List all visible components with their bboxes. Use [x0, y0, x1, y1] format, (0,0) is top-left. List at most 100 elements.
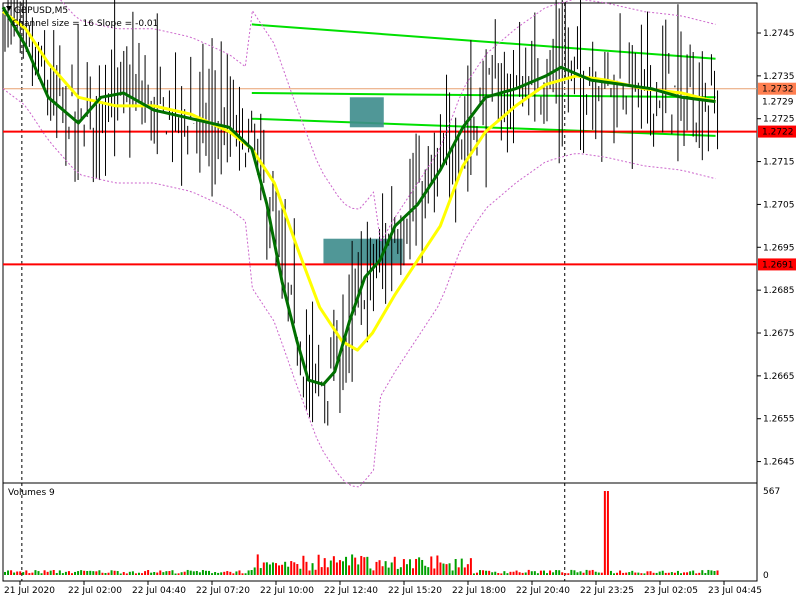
volume-bar [275, 563, 278, 575]
volume-bar [390, 562, 393, 575]
volume-bar [122, 572, 125, 575]
volume-bar [609, 570, 612, 575]
volume-bar [606, 491, 609, 575]
volume-bar [4, 571, 6, 575]
volume-bar [147, 570, 150, 575]
volume-bar [676, 570, 679, 575]
price-badge-label: 1.2691 [762, 260, 794, 270]
volume-bar [393, 556, 396, 575]
volume-bar [226, 571, 229, 575]
volume-bar [619, 570, 622, 575]
symbol-title: GBPUSD,M5 [14, 6, 68, 16]
volume-bar [713, 571, 716, 575]
volume-bar [341, 561, 344, 575]
volume-tick-label: 567 [763, 487, 780, 497]
volume-bar [399, 567, 402, 575]
volume-bar [402, 559, 405, 575]
volume-bar [116, 571, 119, 575]
volume-bar [360, 555, 363, 575]
volume-bar [488, 570, 491, 575]
volume-bar [357, 564, 360, 575]
volume-bar [643, 573, 646, 575]
volume-bar [485, 570, 488, 575]
volume-bar [98, 570, 101, 575]
volume-bar [622, 572, 625, 575]
price-tick-label: 1.2675 [763, 329, 795, 339]
volume-bar [299, 568, 302, 575]
volume-bar [204, 570, 207, 575]
volume-bar [265, 562, 268, 575]
volume-bar [430, 556, 433, 575]
volume-bar [74, 571, 77, 575]
volume-bar [113, 570, 116, 575]
volume-tick-label: 0 [763, 571, 769, 581]
volume-bar [381, 566, 384, 575]
volume-bar [552, 572, 555, 575]
time-tick-label: 22 Jul 07:20 [196, 586, 250, 596]
volume-bar [640, 573, 643, 575]
volume-bar [475, 572, 478, 575]
volume-bar [198, 572, 201, 575]
volume-bar [128, 571, 131, 575]
volume-bar [150, 572, 153, 575]
volume-bar [658, 571, 661, 575]
volume-bar [466, 564, 469, 575]
volume-bar [192, 571, 195, 575]
volume-bar [326, 567, 329, 575]
volume-bar [308, 570, 311, 575]
volume-bar [338, 560, 341, 575]
volume-bar [262, 562, 265, 575]
volume-bar [661, 570, 664, 575]
price-tick-label: 1.2715 [763, 158, 795, 168]
volume-bar [637, 572, 640, 575]
volume-bar [679, 573, 682, 575]
volume-bar [646, 571, 649, 575]
volume-bar [497, 573, 500, 575]
volume-bar [415, 558, 418, 575]
volume-bar [509, 571, 512, 575]
volume-bar [439, 562, 442, 575]
volume-bar [363, 557, 366, 575]
volume-bar [34, 570, 37, 575]
volume-bar [369, 568, 372, 575]
volume-bar [195, 570, 198, 575]
volume-bar [317, 554, 320, 575]
volume-bar [683, 572, 686, 575]
volume-bar [244, 573, 247, 575]
volume-bar [591, 569, 594, 575]
price-tick-label: 1.2665 [763, 372, 795, 382]
volume-bar [77, 571, 80, 575]
volume-bar [673, 572, 676, 575]
volume-bar [348, 565, 351, 575]
volume-bar [58, 570, 61, 575]
volume-bar [214, 572, 217, 575]
volume-bar [64, 571, 67, 575]
volume-bar [518, 572, 521, 575]
time-tick-label: 22 Jul 12:40 [324, 586, 378, 596]
volume-bar [670, 572, 673, 575]
volume-bar [92, 571, 95, 575]
volume-bar [689, 571, 692, 575]
volume-bar [625, 572, 628, 575]
volume-bar [366, 556, 369, 575]
time-tick-label: 23 Jul 04:45 [708, 586, 762, 596]
volume-bar [168, 571, 171, 575]
volume-bar [40, 573, 43, 575]
chart-background [0, 0, 800, 600]
volume-bar [542, 570, 545, 575]
volume-bar [506, 573, 509, 575]
volume-bar [86, 570, 89, 575]
gbpusd-chart: 1.2745 1.2735 1.2725 1.2715 1.2705 1.2695 1.26… [0, 0, 800, 600]
price-tick-label: 1.2685 [763, 286, 795, 296]
price-badge-label: 1.2732 [762, 85, 794, 95]
volume-bar [37, 571, 40, 575]
volume-bar [649, 571, 652, 575]
volume-bar [463, 567, 466, 575]
volume-bar [494, 571, 497, 575]
volume-bar [290, 561, 293, 575]
volume-bar [104, 572, 107, 575]
volume-bar [256, 554, 259, 575]
volume-bar [536, 573, 539, 575]
volume-bar [701, 570, 704, 575]
price-tick-label: 1.2735 [763, 72, 795, 82]
